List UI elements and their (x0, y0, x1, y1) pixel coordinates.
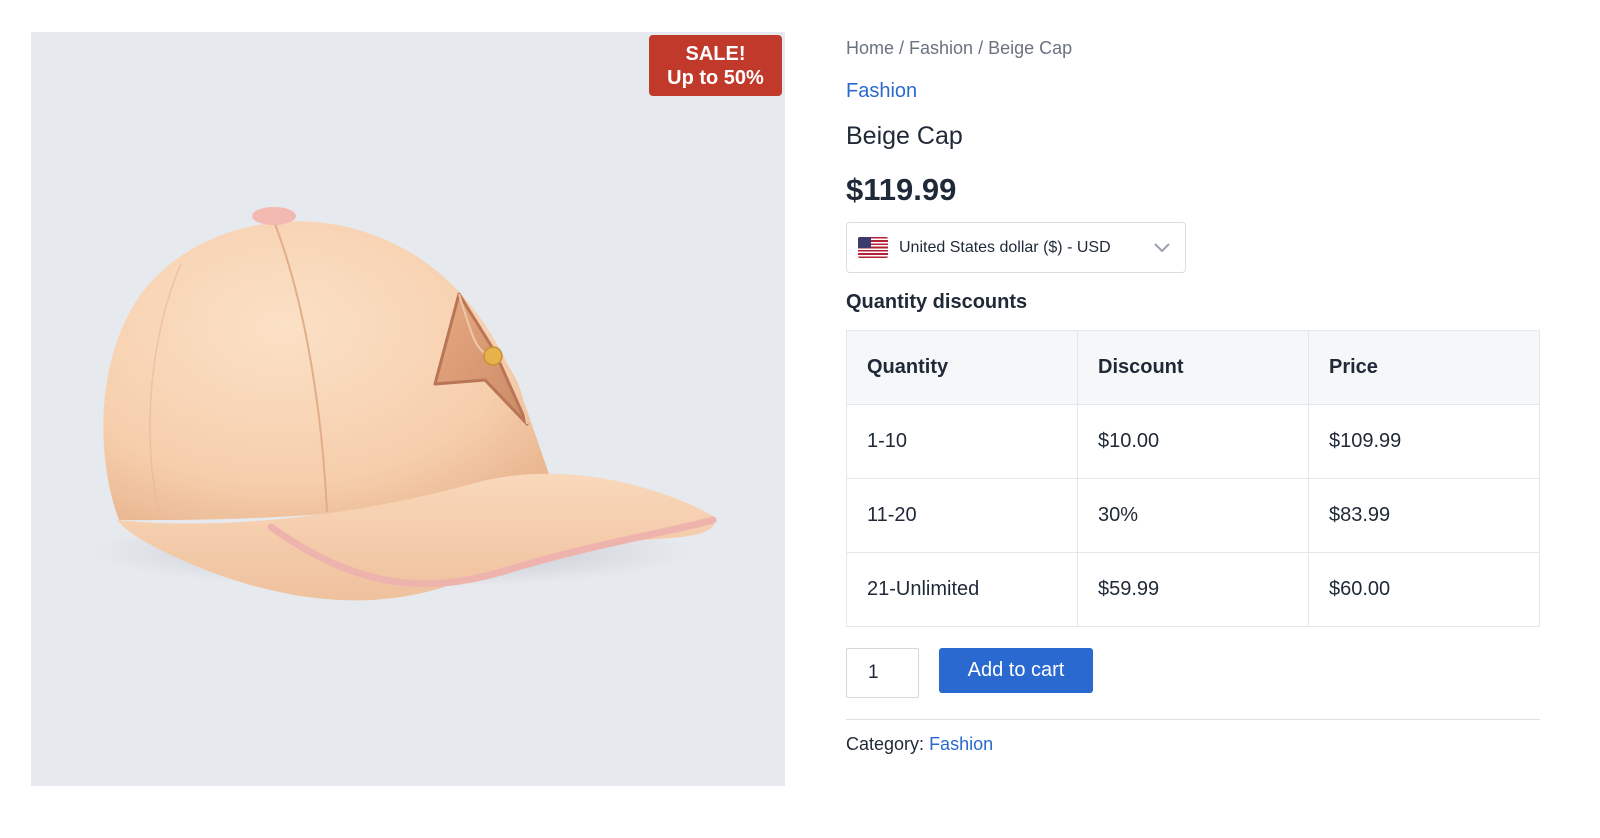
column-header-discount: Discount (1077, 330, 1309, 405)
product-meta-category: Category: Fashion (846, 732, 1540, 756)
cell-price: $109.99 (1308, 404, 1540, 479)
cell-quantity: 21-Unlimited (846, 552, 1078, 627)
divider (846, 719, 1540, 720)
product-image[interactable] (31, 32, 785, 786)
table-row: 1-10 $10.00 $109.99 (846, 404, 1540, 479)
cell-price: $83.99 (1308, 478, 1540, 553)
us-flag-icon (858, 237, 888, 258)
column-header-price: Price (1308, 330, 1540, 405)
column-header-quantity: Quantity (846, 330, 1078, 405)
sale-badge: SALE! Up to 50% (649, 35, 782, 96)
product-title: Beige Cap (846, 122, 963, 150)
chevron-down-icon (1147, 242, 1177, 253)
cell-discount: $10.00 (1077, 404, 1309, 479)
cell-quantity: 1-10 (846, 404, 1078, 479)
sale-badge-line1: SALE! (685, 42, 746, 65)
cell-quantity: 11-20 (846, 478, 1078, 553)
product-category-link[interactable]: Fashion (846, 78, 1540, 104)
product-gallery: SALE! Up to 50% (31, 32, 785, 786)
category-label: Category: (846, 734, 925, 754)
quantity-discounts-heading: Quantity discounts (846, 291, 1028, 313)
product-price: $119.99 (846, 172, 957, 207)
table-header-row: Quantity Discount Price (846, 330, 1540, 405)
currency-selected-value: United States dollar ($) - USD (899, 238, 1111, 256)
cell-price: $60.00 (1308, 552, 1540, 627)
breadcrumb-home-link[interactable]: Home (846, 38, 894, 58)
add-to-cart-form: Add to cart (846, 648, 1540, 698)
category-meta-link[interactable]: Fashion (929, 734, 993, 754)
add-to-cart-button[interactable]: Add to cart (939, 648, 1093, 693)
cell-discount: $59.99 (1077, 552, 1309, 627)
table-row: 11-20 30% $83.99 (846, 478, 1540, 553)
product-summary: Home / Fashion / Beige Cap Fashion Beige… (846, 36, 1540, 756)
currency-selector[interactable]: United States dollar ($) - USD (846, 222, 1186, 273)
quantity-input[interactable] (846, 648, 919, 698)
sale-badge-line2: Up to 50% (667, 66, 764, 89)
breadcrumb-separator: / (973, 38, 989, 58)
breadcrumb-category-link[interactable]: Fashion (909, 38, 973, 58)
breadcrumb-separator: / (894, 38, 910, 58)
breadcrumb: Home / Fashion / Beige Cap (846, 36, 1540, 60)
cell-discount: 30% (1077, 478, 1309, 553)
table-row: 21-Unlimited $59.99 $60.00 (846, 552, 1540, 627)
breadcrumb-current: Beige Cap (988, 38, 1073, 58)
quantity-discounts-table: Quantity Discount Price 1-10 $10.00 $109… (846, 330, 1540, 627)
